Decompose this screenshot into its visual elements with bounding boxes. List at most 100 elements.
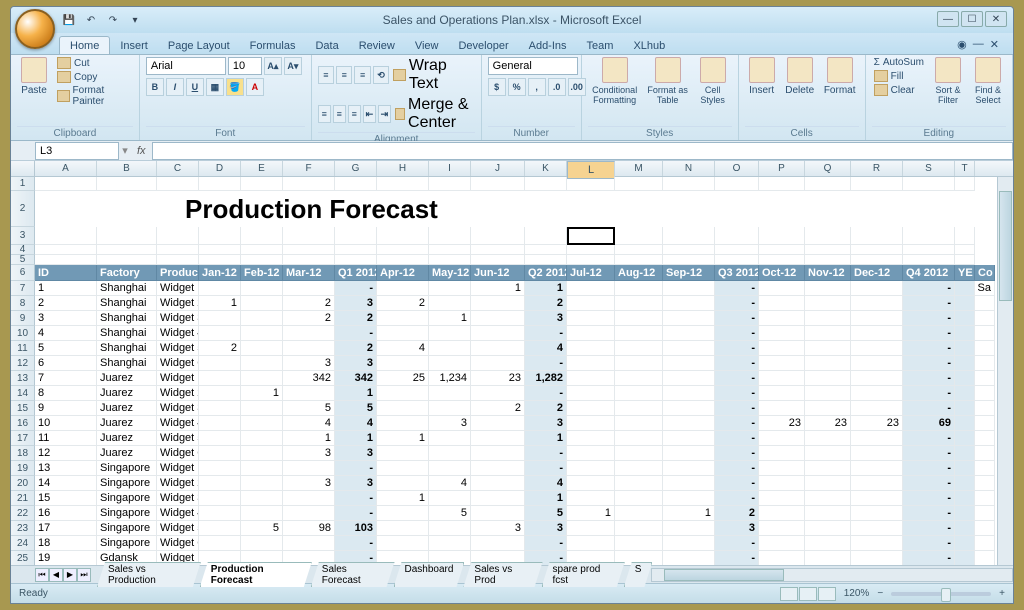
cell[interactable]: Shanghai [97,296,157,311]
help-icon[interactable]: ◉ [957,38,967,51]
cell[interactable] [663,245,715,255]
row-header[interactable]: 13 [11,371,35,386]
cell[interactable] [615,431,663,446]
cell[interactable]: 4 [377,341,429,356]
cell[interactable]: Q4 2012 [903,265,955,281]
cell[interactable] [955,245,975,255]
cell[interactable]: - [903,431,955,446]
row-header[interactable]: 17 [11,431,35,446]
cell[interactable] [525,245,567,255]
cell[interactable] [663,491,715,506]
horizontal-scrollbar[interactable] [651,568,1013,582]
cell[interactable] [199,311,241,326]
column-header[interactable]: P [759,161,805,176]
tab-data[interactable]: Data [305,37,348,54]
cell[interactable] [199,326,241,341]
row-header[interactable]: 11 [11,341,35,356]
cell[interactable] [199,461,241,476]
cell[interactable]: 25 [377,371,429,386]
cell[interactable]: 19 [35,551,97,565]
cell[interactable] [615,491,663,506]
sheet-nav-button[interactable]: ⏭ [77,568,91,582]
cell[interactable] [759,177,805,191]
cell[interactable] [851,341,903,356]
vertical-scrollbar[interactable] [997,177,1013,565]
cell[interactable] [851,506,903,521]
row-header[interactable]: 12 [11,356,35,371]
cell[interactable]: 12 [35,446,97,461]
cell[interactable] [805,551,851,565]
cell[interactable] [805,281,851,296]
tab-team[interactable]: Team [577,37,624,54]
cell[interactable]: Widget 1 [157,461,199,476]
cell[interactable] [241,431,283,446]
cell[interactable] [851,177,903,191]
cell[interactable] [955,311,975,326]
cell[interactable]: - [903,356,955,371]
cell[interactable]: 2 [335,311,377,326]
cell[interactable]: - [715,416,759,431]
cell[interactable] [429,341,471,356]
row-header[interactable]: 9 [11,311,35,326]
cell[interactable] [759,281,805,296]
cell[interactable]: 3 [471,521,525,536]
column-header[interactable]: I [429,161,471,176]
tab-developer[interactable]: Developer [448,37,518,54]
cell[interactable] [199,506,241,521]
title-cell[interactable]: Production Forecast [35,191,595,227]
tab-page-layout[interactable]: Page Layout [158,37,240,54]
cell[interactable]: - [715,341,759,356]
sheet-tab[interactable]: Production Forecast [200,562,312,587]
cell[interactable] [429,281,471,296]
currency-icon[interactable]: $ [488,78,506,96]
cell[interactable]: 5 [283,401,335,416]
cell[interactable]: - [715,491,759,506]
cell[interactable]: Jun-12 [471,265,525,281]
cell[interactable] [975,461,995,476]
cell[interactable] [471,491,525,506]
name-box[interactable]: L3 [35,142,119,160]
qat-customize-icon[interactable]: ▾ [127,12,143,28]
cell[interactable] [199,386,241,401]
cell[interactable]: 3 [335,296,377,311]
row-header[interactable]: 20 [11,476,35,491]
save-icon[interactable]: 💾 [61,12,77,28]
doc-close-icon[interactable]: ✕ [990,38,999,51]
cell[interactable]: Singapore [97,491,157,506]
cell[interactable]: 16 [35,506,97,521]
cell[interactable] [851,536,903,551]
cell[interactable] [975,401,995,416]
cell[interactable]: 3 [525,416,567,431]
cell[interactable]: Widget 5 [157,521,199,536]
cell[interactable] [955,227,975,245]
decrease-indent-icon[interactable]: ⇤ [363,105,376,123]
cell[interactable] [975,491,995,506]
cell[interactable]: - [335,491,377,506]
cell[interactable] [471,341,525,356]
cell[interactable] [663,461,715,476]
column-header[interactable]: Q [805,161,851,176]
cell[interactable] [567,386,615,401]
cell[interactable] [429,446,471,461]
cell[interactable] [903,177,955,191]
cell[interactable] [851,551,903,565]
insert-cells-button[interactable]: Insert [745,57,779,96]
cell[interactable] [805,356,851,371]
cell[interactable] [377,326,429,341]
column-header[interactable]: H [377,161,429,176]
cell[interactable] [955,326,975,341]
cell[interactable] [567,416,615,431]
cell[interactable] [975,536,995,551]
cell[interactable] [471,446,525,461]
cell[interactable]: 1 [199,296,241,311]
cell[interactable] [851,245,903,255]
cell[interactable] [283,177,335,191]
cell[interactable]: 1 [377,491,429,506]
cell[interactable]: 1 [283,431,335,446]
cell[interactable]: Widget 3 [157,401,199,416]
cell[interactable] [759,491,805,506]
cell[interactable] [615,326,663,341]
cell[interactable] [241,245,283,255]
cell[interactable]: Widget 6 [157,536,199,551]
cell[interactable] [805,341,851,356]
